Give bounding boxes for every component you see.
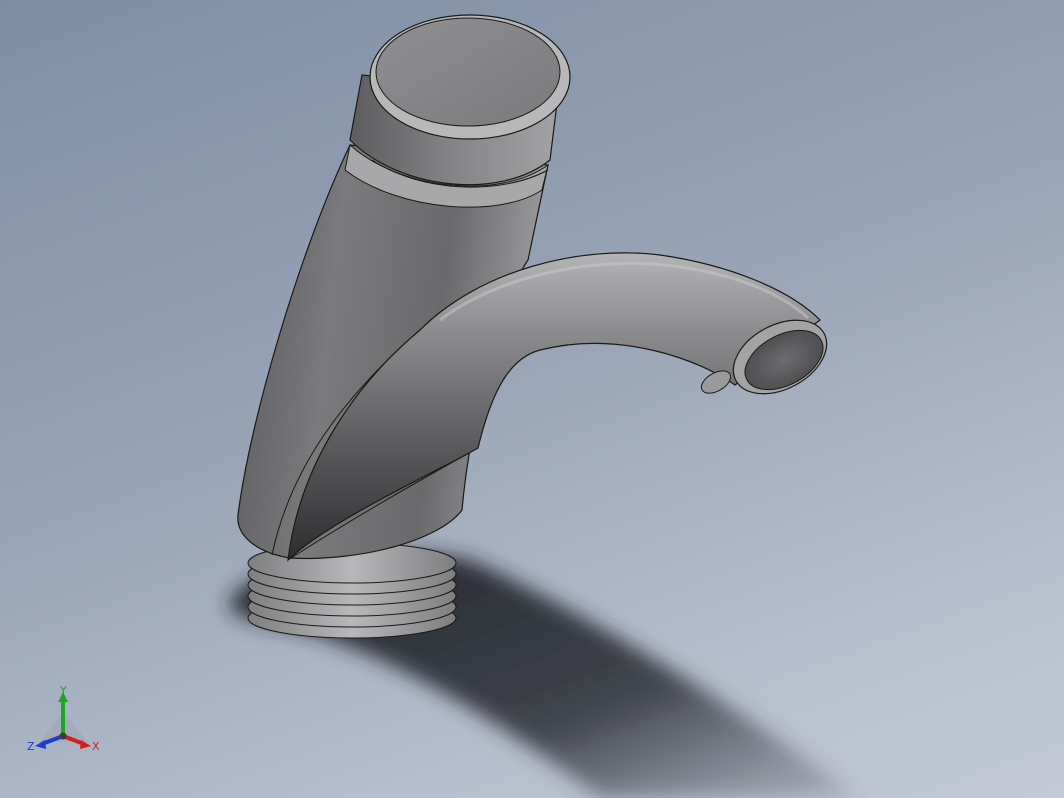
threaded-base — [247, 542, 457, 639]
graphics-viewport[interactable]: Y X Z — [0, 0, 1064, 798]
triad-y-label: Y — [59, 684, 67, 697]
triad-z-label: Z — [27, 740, 35, 753]
faucet-model[interactable] — [0, 0, 1064, 798]
push-button-top[interactable] — [375, 17, 561, 127]
axis-triad: Y X Z — [27, 684, 100, 753]
triad-x-label: X — [92, 740, 100, 753]
triad-origin — [59, 732, 67, 740]
